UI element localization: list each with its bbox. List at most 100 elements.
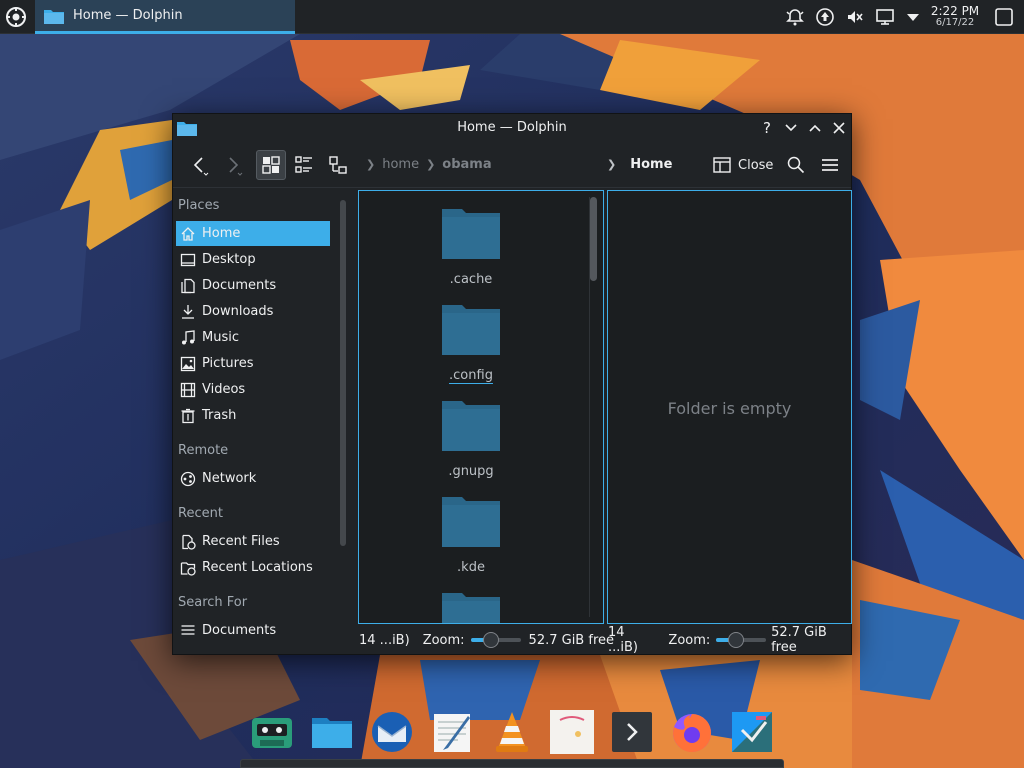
- scrollbar-thumb[interactable]: [590, 197, 597, 281]
- place-label: Desktop: [202, 252, 256, 267]
- compact-view-button[interactable]: [289, 150, 319, 180]
- place-pictures[interactable]: Pictures: [176, 351, 330, 376]
- place-search-documents[interactable]: Documents: [176, 618, 330, 636]
- close-split-button[interactable]: Close: [713, 150, 773, 180]
- left-view-scrollbar[interactable]: [589, 197, 597, 617]
- folder-icon: [442, 497, 500, 547]
- place-documents[interactable]: Documents: [176, 273, 330, 298]
- search-for-section-title: Search For: [178, 595, 248, 610]
- svg-text:?: ?: [763, 119, 771, 137]
- zoom-slider[interactable]: [470, 632, 521, 648]
- taskbar-task-dolphin[interactable]: Home — Dolphin: [35, 0, 295, 34]
- zoom-slider[interactable]: [716, 632, 767, 648]
- recent-section-title: Recent: [178, 506, 223, 521]
- notifications-icon[interactable]: [785, 7, 805, 27]
- thunderbird-icon[interactable]: [368, 708, 416, 756]
- zoom-slider-handle[interactable]: [728, 632, 745, 648]
- main-toolbar: ❯ home ❯ obama ❯ Home Close: [173, 142, 851, 188]
- place-label: Home: [202, 226, 241, 241]
- folder-empty-message: Folder is empty: [667, 399, 792, 418]
- recent-locations-icon: [180, 561, 196, 576]
- file-item[interactable]: .config: [419, 303, 523, 383]
- details-view-button[interactable]: [323, 150, 353, 180]
- videos-icon: [180, 382, 196, 397]
- free-space-text: 52.7 GiB free: [771, 625, 827, 655]
- location-breadcrumb-left: ❯ home ❯ obama: [359, 157, 492, 172]
- minimize-icon[interactable]: [782, 119, 800, 137]
- breadcrumb-home-right[interactable]: Home: [630, 157, 672, 172]
- place-label: Pictures: [202, 356, 254, 371]
- kde-menu-icon: [6, 7, 26, 27]
- close-window-icon[interactable]: [830, 119, 848, 137]
- zoom-slider-handle[interactable]: [482, 632, 499, 648]
- tray-expand-arrow-icon[interactable]: [903, 7, 923, 27]
- updates-icon[interactable]: [815, 7, 835, 27]
- konsole-icon[interactable]: [608, 708, 656, 756]
- window-titlebar[interactable]: Home — Dolphin ?: [173, 114, 851, 142]
- place-label: Network: [202, 471, 257, 486]
- top-panel: Home — Dolphin 2:22 PM 6/17/22: [0, 0, 1024, 34]
- view-compact-icon: [295, 156, 312, 173]
- places-scrollbar-thumb[interactable]: [340, 200, 346, 546]
- place-trash[interactable]: Trash: [176, 403, 330, 428]
- place-label: Trash: [202, 408, 237, 423]
- home-icon: [181, 226, 195, 241]
- forward-button[interactable]: [217, 150, 247, 180]
- split-view-icon: [713, 157, 731, 173]
- application-launcher-button[interactable]: [4, 5, 28, 29]
- trash-icon: [181, 408, 195, 423]
- volume-muted-icon[interactable]: [845, 7, 865, 27]
- places-panel: Places Home Desktop Documents Downloads …: [173, 190, 337, 636]
- dolphin-icon[interactable]: [308, 708, 356, 756]
- place-music[interactable]: Music: [176, 325, 330, 350]
- file-item[interactable]: .gnupg: [419, 399, 523, 479]
- discover-icon[interactable]: [728, 708, 776, 756]
- file-item[interactable]: .cache: [419, 207, 523, 287]
- breadcrumb-home[interactable]: home: [382, 157, 419, 172]
- zoom-label: Zoom:: [422, 632, 465, 648]
- network-wired-icon[interactable]: [875, 7, 895, 27]
- downloads-icon: [182, 304, 194, 319]
- place-home[interactable]: Home: [176, 221, 330, 246]
- file-item[interactable]: [419, 591, 523, 623]
- folder-icon: [442, 305, 500, 355]
- search-button[interactable]: [783, 150, 809, 180]
- left-file-view[interactable]: .cache .config .gnupg .kde: [358, 190, 604, 624]
- right-file-view[interactable]: Folder is empty: [607, 190, 852, 624]
- breadcrumb-obama[interactable]: obama: [442, 157, 491, 172]
- vlc-icon[interactable]: [488, 708, 536, 756]
- arrow-left-icon: [193, 157, 209, 176]
- maximize-icon[interactable]: [806, 119, 824, 137]
- place-network[interactable]: Network: [176, 466, 330, 491]
- place-label: Recent Files: [202, 534, 280, 549]
- kwrite-icon[interactable]: [428, 708, 476, 756]
- image-viewer-icon[interactable]: [548, 708, 596, 756]
- file-name: .kde: [457, 560, 485, 575]
- place-desktop[interactable]: Desktop: [176, 247, 330, 272]
- view-details-icon: [329, 156, 347, 174]
- digital-clock[interactable]: 2:22 PM 6/17/22: [926, 5, 984, 29]
- place-videos[interactable]: Videos: [176, 377, 330, 402]
- places-section-title: Places: [178, 198, 220, 213]
- places-scrollbar[interactable]: [340, 200, 346, 546]
- place-downloads[interactable]: Downloads: [176, 299, 330, 324]
- help-icon[interactable]: ?: [758, 119, 776, 137]
- icons-view-button[interactable]: [256, 150, 286, 180]
- place-recent-locations[interactable]: Recent Locations: [176, 555, 330, 580]
- place-recent-files[interactable]: Recent Files: [176, 529, 330, 554]
- right-status-bar: 14 ...iB) Zoom: 52.7 GiB free: [608, 625, 851, 655]
- folder-icon: [44, 9, 64, 24]
- file-item[interactable]: .kde: [419, 495, 523, 575]
- breadcrumb-separator: ❯: [366, 158, 376, 171]
- hamburger-menu-button[interactable]: [817, 150, 843, 180]
- remote-section-title: Remote: [178, 443, 229, 458]
- folder-icon: [442, 209, 500, 259]
- arrow-right-icon: [229, 157, 243, 176]
- back-button[interactable]: [185, 150, 215, 180]
- show-desktop-icon[interactable]: [994, 7, 1014, 27]
- close-split-label: Close: [738, 157, 774, 173]
- cassette-player-icon[interactable]: [248, 708, 296, 756]
- place-label: Videos: [202, 382, 246, 397]
- breadcrumb-separator: ❯: [607, 158, 617, 171]
- firefox-icon[interactable]: [668, 708, 716, 756]
